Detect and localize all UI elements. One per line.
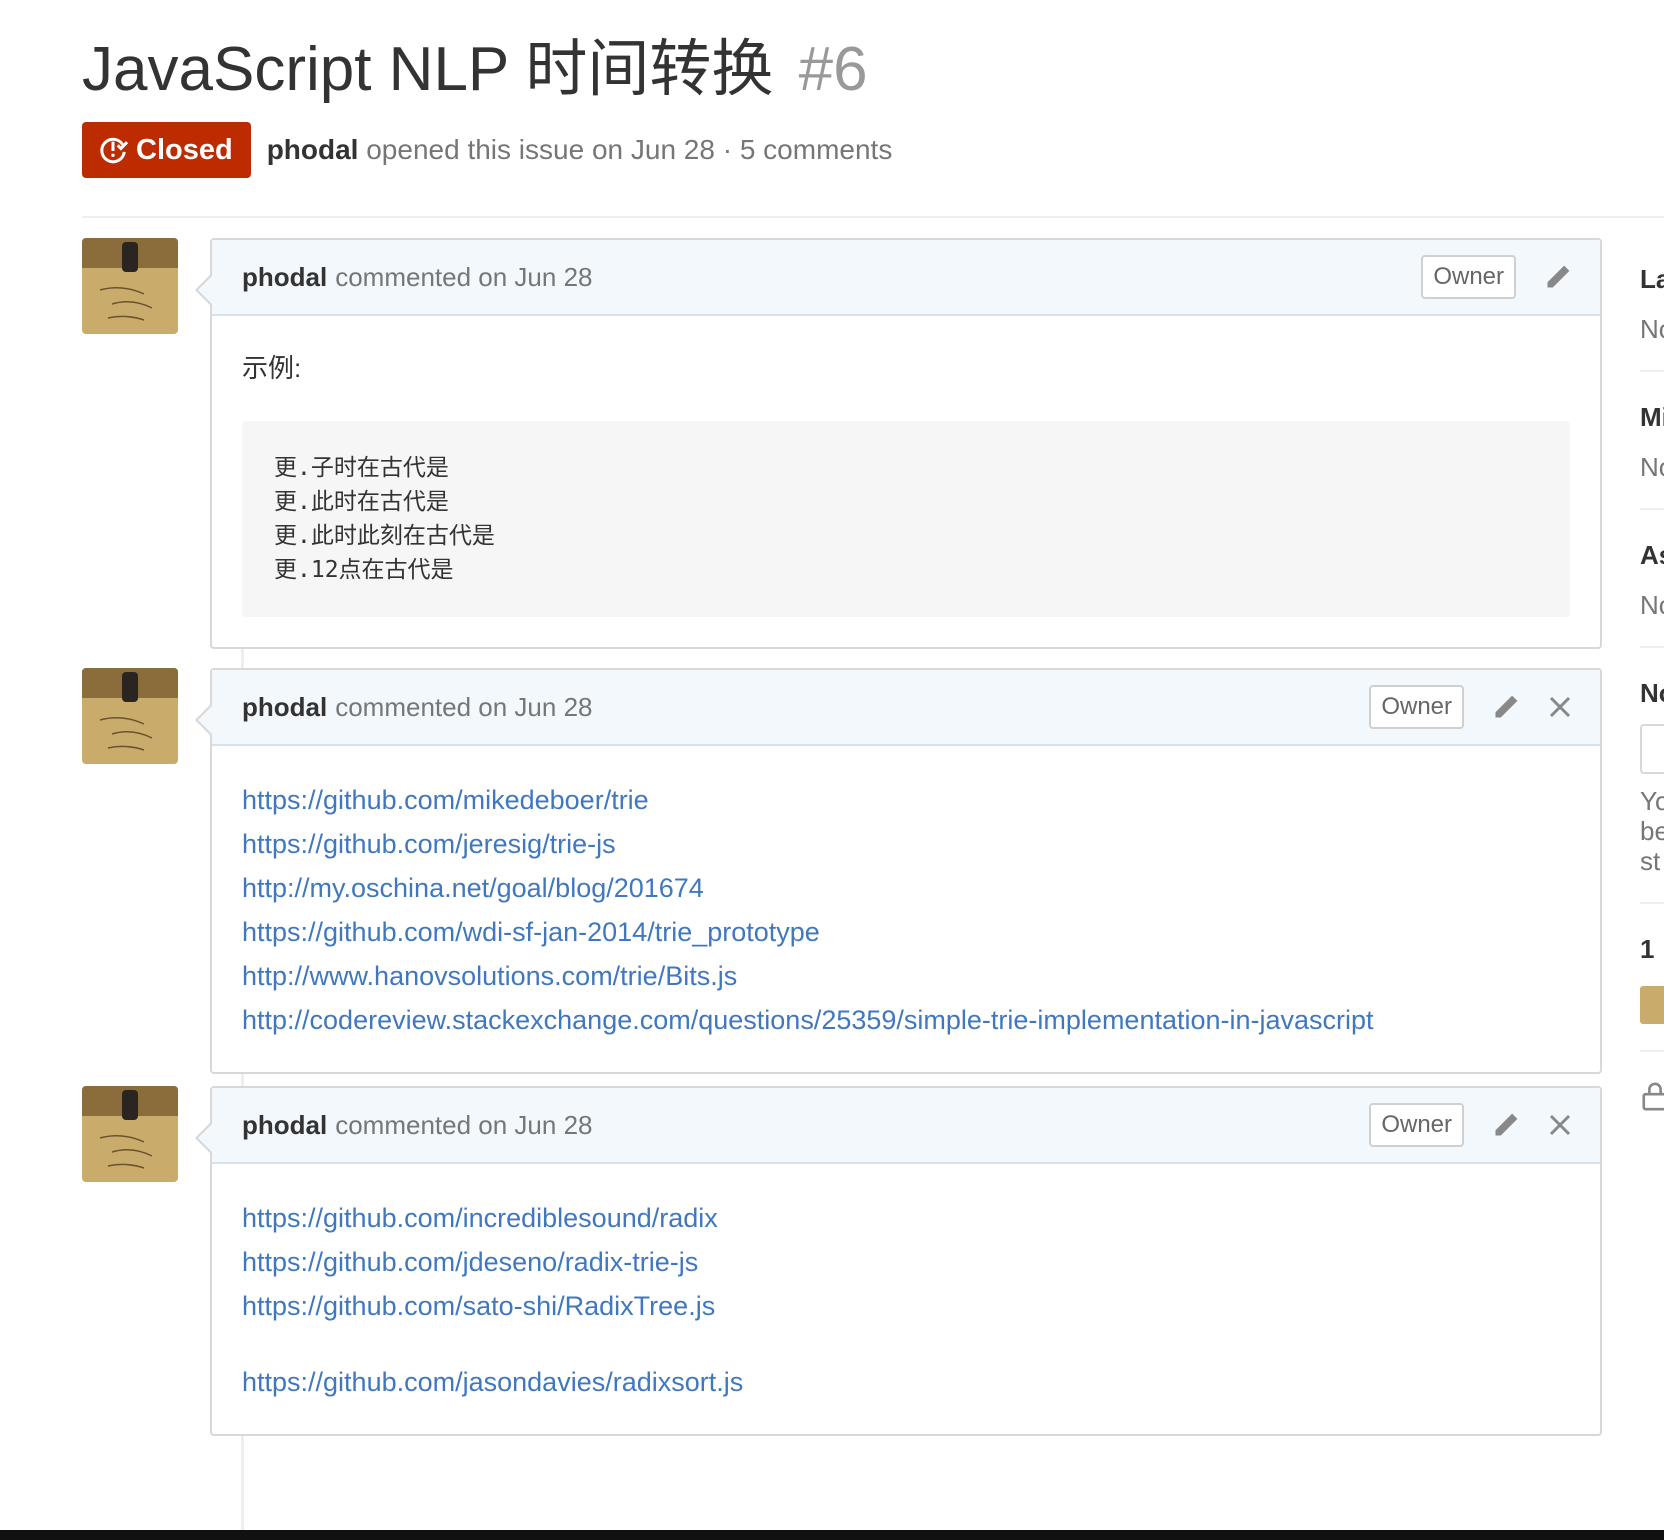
link[interactable]: https://github.com/mikedeboer/trie <box>242 778 1570 822</box>
edit-button[interactable] <box>1544 263 1572 291</box>
code-line: 更.子时在古代是 <box>274 455 449 481</box>
link[interactable]: https://github.com/incrediblesound/radix <box>242 1196 1570 1240</box>
link[interactable]: http://codereview.stackexchange.com/ques… <box>242 998 1570 1042</box>
issue-author-link[interactable]: phodal <box>267 134 359 165</box>
participants-heading: 1 <box>1640 934 1655 964</box>
link[interactable]: http://my.oschina.net/goal/blog/201674 <box>242 866 1570 910</box>
sidebar-divider <box>1640 646 1664 648</box>
issue-meta: Closed phodal opened this issue on Jun 2… <box>82 122 1664 178</box>
comment-date[interactable]: commented on Jun 28 <box>335 692 592 723</box>
comment-author-link[interactable]: phodal <box>242 692 327 723</box>
comment-box: phodal commented on Jun 28 Owner 示例: 更.子… <box>195 238 1602 649</box>
notif-text: be <box>1640 816 1664 846</box>
link[interactable]: https://github.com/jdeseno/radix-trie-js <box>242 1240 1570 1284</box>
issue-meta-text: phodal opened this issue on Jun 28 · 5 c… <box>267 134 893 166</box>
avatar-image <box>82 238 178 334</box>
issue-title-text: JavaScript NLP 时间转换 <box>82 35 774 104</box>
link[interactable]: https://github.com/sato-shi/RadixTree.js <box>242 1284 1570 1328</box>
avatar[interactable] <box>82 668 178 764</box>
avatar-image <box>82 668 178 764</box>
sidebar-divider <box>1640 1050 1664 1052</box>
avatar[interactable] <box>82 238 178 334</box>
owner-label: Owner <box>1369 685 1464 729</box>
comment-header: phodal commented on Jun 28 Owner <box>212 1088 1600 1164</box>
comment-box: phodal commented on Jun 28 Owner https:/… <box>195 1086 1602 1436</box>
pencil-icon <box>1495 1113 1518 1136</box>
lock-icon[interactable] <box>1640 1080 1664 1112</box>
comment-author-link[interactable]: phodal <box>242 262 327 293</box>
subscribe-button[interactable] <box>1640 724 1664 774</box>
comment-header: phodal commented on Jun 28 Owner <box>212 240 1600 316</box>
comment-text: 示例: <box>242 353 302 383</box>
comment-box: phodal commented on Jun 28 Owner https:/… <box>195 668 1602 1074</box>
link[interactable]: http://www.hanovsolutions.com/trie/Bits.… <box>242 954 1570 998</box>
issue-title: JavaScript NLP 时间转换 #6 <box>82 30 1664 110</box>
comment-header: phodal commented on Jun 28 Owner <box>212 670 1600 746</box>
assignee-heading[interactable]: As <box>1640 540 1664 571</box>
edit-button[interactable] <box>1492 1111 1520 1139</box>
sidebar: La No Mi No As No No Yo be st 1 <box>1640 240 1664 1120</box>
sidebar-divider <box>1640 508 1664 510</box>
comment-body: 示例: 更.子时在古代是 更.此时在古代是 更.此时此刻在古代是 更.12点在古… <box>212 316 1600 647</box>
edit-button[interactable] <box>1492 693 1520 721</box>
pencil-icon <box>1547 265 1570 288</box>
owner-label: Owner <box>1421 255 1516 299</box>
labels-value: No <box>1640 314 1664 344</box>
comment-date[interactable]: commented on Jun 28 <box>335 1110 592 1141</box>
issue-header: JavaScript NLP 时间转换 #6 Closed phodal ope… <box>82 30 1664 178</box>
delete-button[interactable] <box>1548 695 1572 719</box>
owner-label: Owner <box>1369 1103 1464 1147</box>
link[interactable]: https://github.com/jasondavies/radixsort… <box>242 1360 1570 1404</box>
comment-date[interactable]: commented on Jun 28 <box>335 262 592 293</box>
header-divider <box>82 216 1664 218</box>
issue-closed-icon <box>100 137 128 164</box>
milestone-value: No <box>1640 452 1664 482</box>
close-icon <box>1549 696 1571 718</box>
milestone-heading[interactable]: Mi <box>1640 402 1664 433</box>
code-line: 更.此时此刻在古代是 <box>274 523 495 549</box>
pencil-icon <box>1495 695 1518 718</box>
issue-number: #6 <box>798 35 868 104</box>
status-badge: Closed <box>82 122 251 178</box>
sidebar-divider <box>1640 370 1664 372</box>
labels-heading[interactable]: La <box>1640 264 1664 295</box>
delete-button[interactable] <box>1548 1113 1572 1137</box>
avatar[interactable] <box>82 1086 178 1182</box>
code-line: 更.12点在古代是 <box>274 557 454 583</box>
participant-avatar[interactable] <box>1640 986 1664 1024</box>
sidebar-divider <box>1640 902 1664 904</box>
code-line: 更.此时在古代是 <box>274 489 449 515</box>
notif-text: Yo <box>1640 786 1664 816</box>
comment-body: https://github.com/mikedeboer/trie https… <box>212 746 1600 1072</box>
comment-body: https://github.com/incrediblesound/radix… <box>212 1164 1600 1434</box>
comment-author-link[interactable]: phodal <box>242 1110 327 1141</box>
code-block: 更.子时在古代是 更.此时在古代是 更.此时此刻在古代是 更.12点在古代是 <box>242 421 1570 617</box>
issue-opened-text: opened this issue on Jun 28 · 5 comments <box>366 134 893 165</box>
link-gap <box>242 1328 1570 1360</box>
close-icon <box>1549 1114 1571 1136</box>
notifications-heading: No <box>1640 678 1664 708</box>
bottom-edge <box>0 1530 1664 1540</box>
notif-text: st <box>1640 846 1661 876</box>
assignee-value: No <box>1640 590 1664 620</box>
avatar-image <box>82 1086 178 1182</box>
status-label: Closed <box>136 133 233 166</box>
link[interactable]: https://github.com/jeresig/trie-js <box>242 822 1570 866</box>
link[interactable]: https://github.com/wdi-sf-jan-2014/trie_… <box>242 910 1570 954</box>
